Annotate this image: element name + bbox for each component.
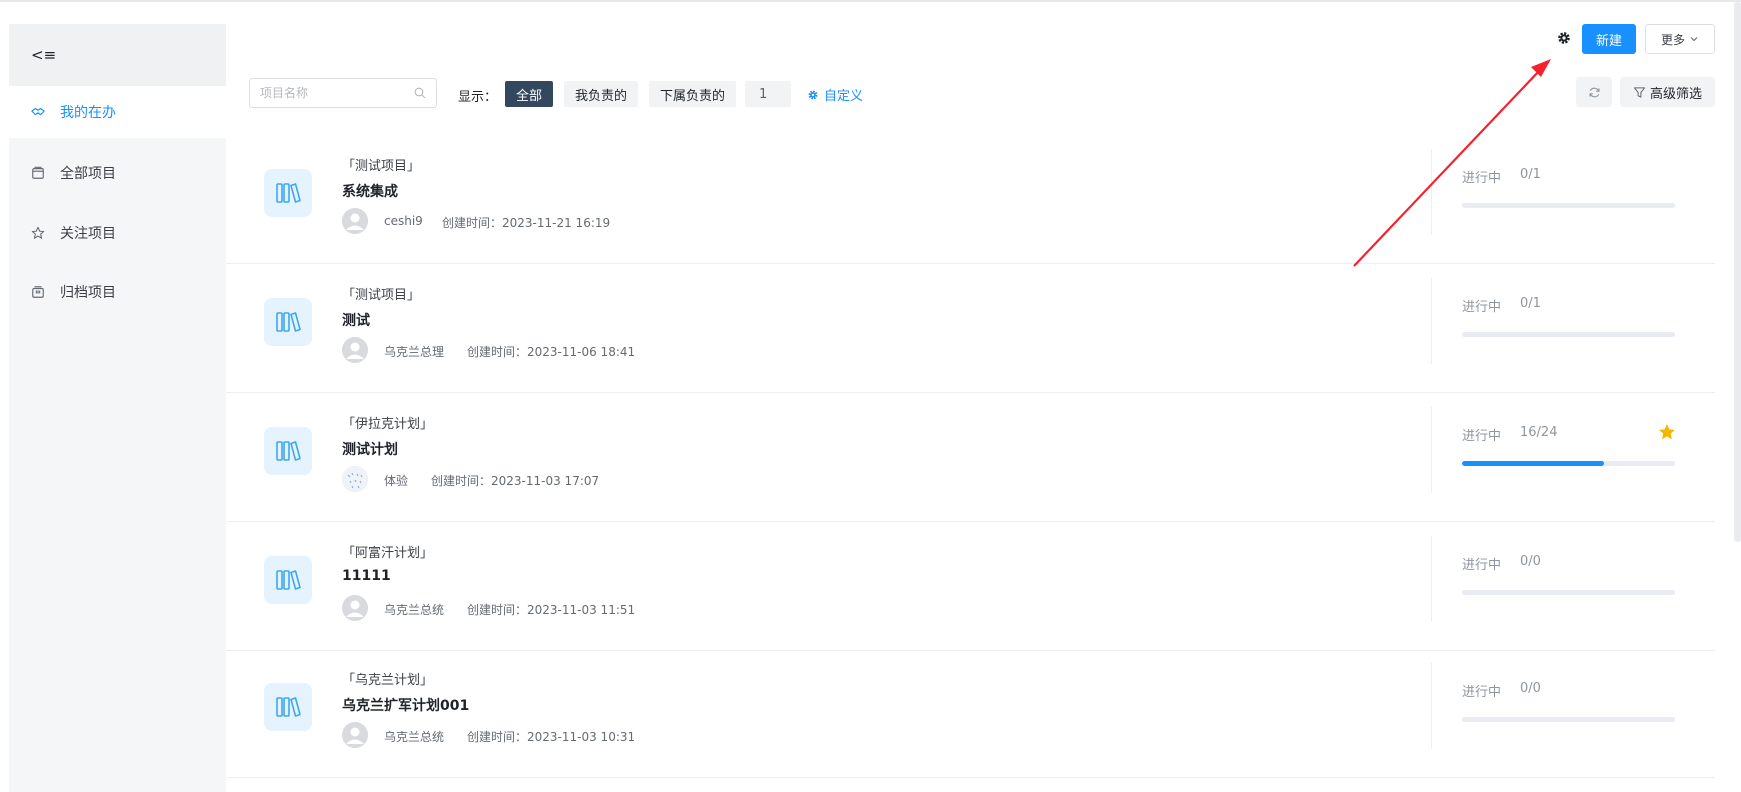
progress-bar xyxy=(1462,717,1675,722)
star-icon xyxy=(31,226,45,240)
project-status: 进行中 xyxy=(1462,300,1502,315)
project-name[interactable]: 测试 xyxy=(342,310,370,330)
filter-chip-subordinates[interactable]: 下属负责的 xyxy=(649,81,737,107)
favorite-star-icon[interactable] xyxy=(1658,423,1676,441)
progress-bar xyxy=(1462,590,1675,595)
folder-icon xyxy=(31,166,45,180)
project-name[interactable]: 11111 xyxy=(342,568,391,584)
avatar xyxy=(342,595,368,621)
handshake-icon xyxy=(31,105,45,119)
project-status: 进行中 xyxy=(1462,685,1502,700)
project-row[interactable]: 「阿富汗计划」 11111 乌克兰总统 创建时间：2023-11-03 11:51 进行… xyxy=(226,522,1715,651)
filter-chip-all[interactable]: 全部 xyxy=(505,81,554,107)
customize-label: 自定义 xyxy=(824,89,864,104)
avatar xyxy=(342,722,368,748)
filter-icon xyxy=(1633,86,1646,98)
page-number-input[interactable]: 1 xyxy=(745,81,791,107)
project-progress-text: 0/0 xyxy=(1520,681,1541,696)
refresh-icon xyxy=(1588,87,1600,97)
chevron-down-icon xyxy=(1690,37,1698,42)
project-category: 「伊拉克计划」 xyxy=(342,417,434,432)
advanced-filter-button[interactable]: 高级筛选 xyxy=(1620,77,1715,107)
project-category: 「测试项目」 xyxy=(342,159,421,174)
project-created-time: 创建时间：2023-11-21 16:19 xyxy=(442,216,611,230)
project-progress-text: 0/1 xyxy=(1520,167,1541,182)
progress-bar xyxy=(1462,203,1675,208)
project-owner: 乌克兰总统 xyxy=(384,730,445,744)
archive-icon xyxy=(31,285,45,299)
project-book-icon xyxy=(264,169,312,217)
project-owner: 乌克兰总统 xyxy=(384,603,445,617)
project-progress-text: 0/1 xyxy=(1520,296,1541,311)
new-project-button[interactable]: 新建 xyxy=(1582,24,1636,54)
avatar xyxy=(342,337,368,363)
row-divider xyxy=(1431,536,1432,622)
project-status: 进行中 xyxy=(1462,558,1502,573)
project-created-time: 创建时间：2023-11-03 11:51 xyxy=(467,603,636,617)
project-row[interactable]: 「伊拉克计划」测试计划体验 创建时间：2023-11-03 17:07 进行中 16/… xyxy=(226,393,1715,522)
project-book-icon xyxy=(264,556,312,604)
project-progress-text: 16/24 xyxy=(1520,425,1558,440)
settings-button[interactable] xyxy=(1554,28,1574,48)
project-created-time: 创建时间：2023-11-03 17:07 xyxy=(431,474,600,488)
project-book-icon xyxy=(264,298,312,346)
project-category: 「乌克兰计划」 xyxy=(342,673,434,688)
search-input[interactable] xyxy=(260,86,400,100)
avatar xyxy=(342,466,368,492)
row-divider xyxy=(1431,663,1432,749)
project-owner: 体验 xyxy=(384,474,409,488)
search-field[interactable] xyxy=(249,78,437,108)
project-status: 进行中 xyxy=(1462,171,1502,186)
sidebar-item-all-projects[interactable]: 全部项目 xyxy=(9,147,226,199)
avatar xyxy=(342,208,368,234)
progress-bar xyxy=(1462,332,1675,337)
search-icon[interactable] xyxy=(414,87,426,99)
gear-icon xyxy=(1558,32,1570,44)
project-name[interactable]: 系统集成 xyxy=(342,181,398,201)
sidebar-item-followed[interactable]: 关注项目 xyxy=(9,207,226,259)
sidebar-item-my-todo[interactable]: 我的在办 xyxy=(9,86,226,138)
progress-bar-fill xyxy=(1462,461,1605,466)
project-created-time: 创建时间：2023-11-06 18:41 xyxy=(467,345,636,359)
project-owner: ceshi9 xyxy=(384,214,423,228)
sidebar: <≡ 我的在办 全部项目 关注项目 归档项目 xyxy=(9,24,226,792)
project-book-icon xyxy=(264,683,312,731)
project-row[interactable]: 「测试项目」测试乌克兰总理 创建时间：2023-11-06 18:41 进行中 0/1 xyxy=(226,264,1715,393)
row-divider xyxy=(1431,407,1432,493)
advanced-filter-label: 高级筛选 xyxy=(1649,86,1702,102)
project-status: 进行中 xyxy=(1462,429,1502,444)
refresh-button[interactable] xyxy=(1576,77,1612,107)
row-divider xyxy=(1431,278,1432,364)
project-category: 「阿富汗计划」 xyxy=(342,546,434,561)
collapse-sidebar-button[interactable]: <≡ xyxy=(9,24,226,86)
collapse-icon: <≡ xyxy=(31,46,57,64)
project-created-time: 创建时间：2023-11-03 10:31 xyxy=(467,730,636,744)
project-progress-text: 0/0 xyxy=(1520,554,1541,569)
project-name[interactable]: 乌克兰扩军计划001 xyxy=(342,695,469,715)
project-name[interactable]: 测试计划 xyxy=(342,439,398,459)
project-owner: 乌克兰总理 xyxy=(384,345,445,359)
project-book-icon xyxy=(264,427,312,475)
customize-button[interactable]: 自定义 xyxy=(807,85,863,104)
main-content: 新建 更多 显示： 全部 我负责的 下属负责的 1 自定义 高级筛选 「测试项目… xyxy=(226,0,1741,792)
sidebar-item-label: 归档项目 xyxy=(60,285,116,301)
more-label: 更多 xyxy=(1660,32,1685,47)
sidebar-item-label: 我的在办 xyxy=(60,105,116,121)
more-button[interactable]: 更多 xyxy=(1645,24,1715,54)
sidebar-item-archived[interactable]: 归档项目 xyxy=(9,266,226,318)
filter-chip-mine[interactable]: 我负责的 xyxy=(564,81,639,107)
row-divider xyxy=(1431,149,1432,235)
scrollbar[interactable] xyxy=(1734,2,1741,542)
progress-bar xyxy=(1462,461,1675,466)
project-category: 「测试项目」 xyxy=(342,288,421,303)
gear-icon xyxy=(808,90,818,99)
project-row[interactable]: 「测试项目」系统集成 ceshi9 创建时间：2023-11-21 16:19 进行中… xyxy=(226,135,1715,264)
project-row[interactable]: 「乌克兰计划」乌克兰扩军计划001 乌克兰总统 创建时间：2023-11-03 10… xyxy=(226,649,1715,778)
show-label: 显示： xyxy=(458,90,498,105)
sidebar-item-label: 关注项目 xyxy=(60,226,116,242)
sidebar-item-label: 全部项目 xyxy=(60,166,116,182)
